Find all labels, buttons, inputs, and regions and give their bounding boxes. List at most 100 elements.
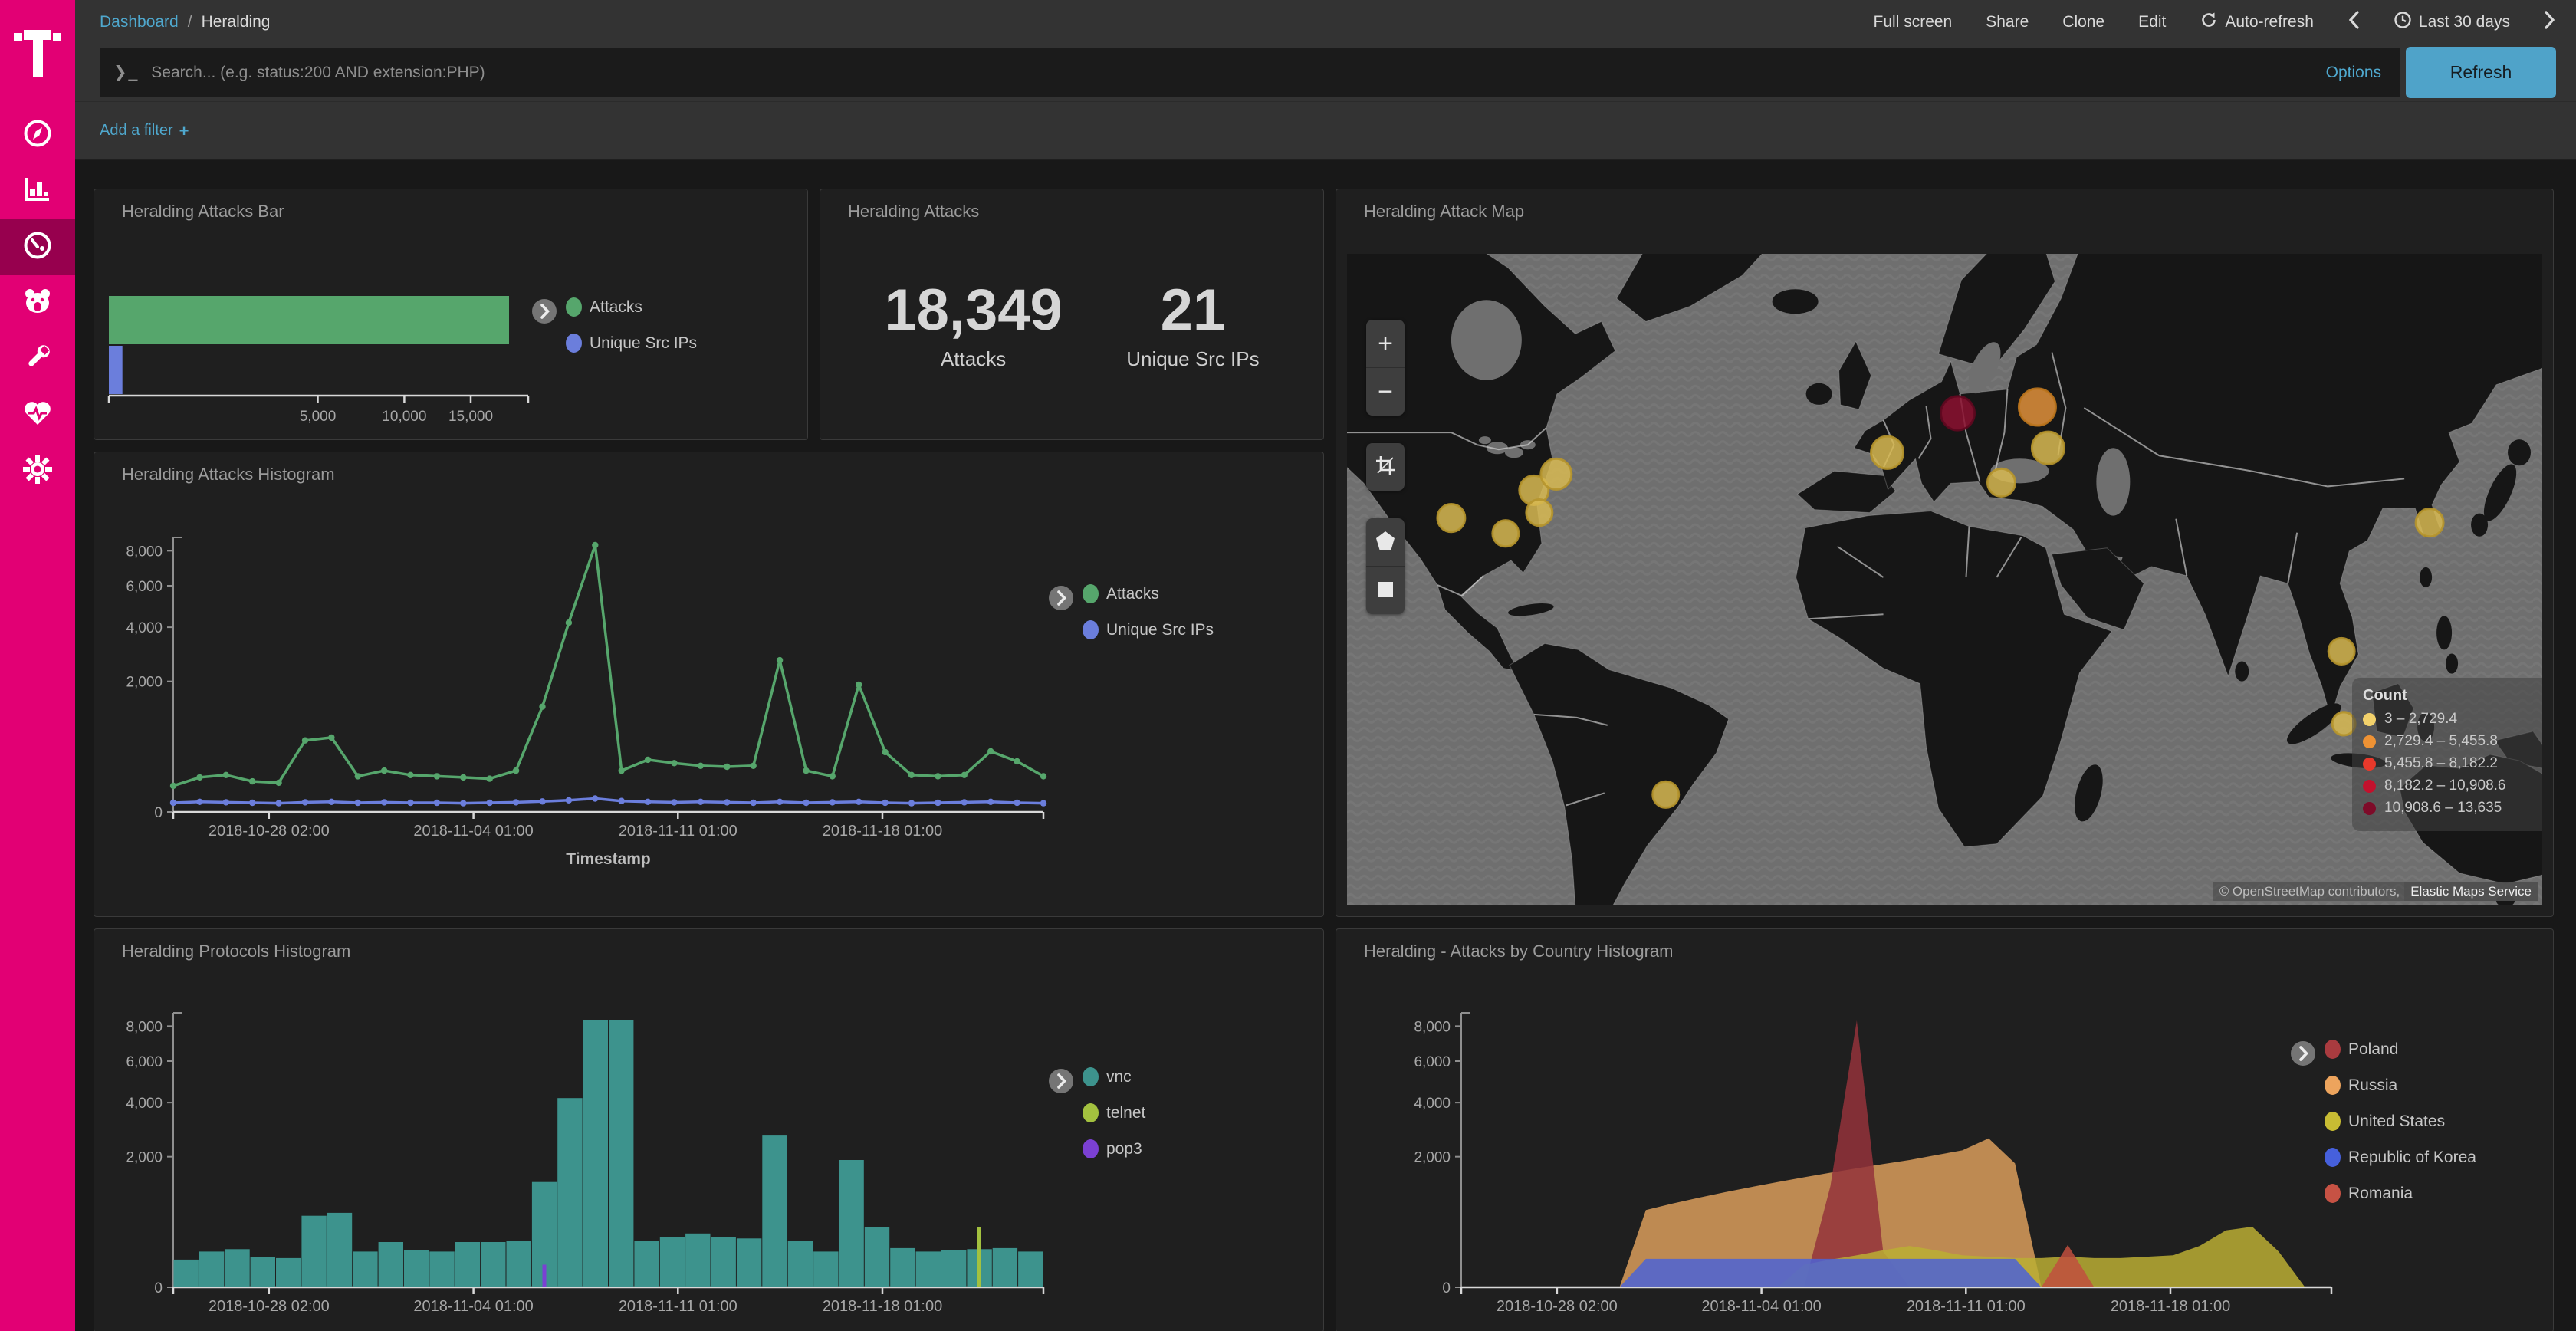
legend-item[interactable]: Unique Src IPs — [1083, 620, 1214, 639]
elastic-maps-attribution[interactable]: Elastic Maps Service — [2404, 882, 2538, 901]
time-prev-button[interactable] — [2348, 10, 2360, 35]
legend-item[interactable]: Poland — [2325, 1040, 2476, 1059]
time-range-button[interactable]: Last 30 days — [2394, 11, 2510, 34]
sidebar-item-dashboard[interactable] — [0, 219, 75, 275]
osm-attribution[interactable]: © OpenStreetMap contributors, — [2220, 884, 2400, 899]
attack-location-marker[interactable] — [2032, 432, 2064, 464]
svg-text:2018-11-11 01:00: 2018-11-11 01:00 — [1907, 1298, 2026, 1315]
legend-label: Attacks — [590, 298, 642, 317]
metric-attacks: 18,349 Attacks — [884, 281, 1062, 371]
pentagon-icon — [1375, 527, 1395, 557]
count-bucket-dot — [2363, 758, 2376, 771]
svg-text:8,000: 8,000 — [126, 544, 163, 560]
sidebar-item-t-pot[interactable] — [0, 275, 75, 331]
legend-item[interactable]: Attacks — [1083, 584, 1214, 603]
clone-button[interactable]: Clone — [2062, 13, 2104, 31]
legend-item[interactable]: Attacks — [566, 297, 697, 317]
panel-attacks-histogram: Heralding Attacks Histogram 02,0004,0006… — [94, 452, 1324, 917]
telekom-logo[interactable] — [0, 11, 75, 84]
attack-location-marker[interactable] — [2328, 638, 2354, 664]
legend-item[interactable]: telnet — [1083, 1103, 1145, 1122]
legend-item[interactable]: vnc — [1083, 1067, 1145, 1086]
metric-row: 18,349 Attacks 21 Unique Src IPs — [820, 281, 1323, 371]
svg-text:2018-11-18 01:00: 2018-11-18 01:00 — [823, 1298, 942, 1315]
legend-label: Romania — [2348, 1185, 2413, 1203]
map-zoom-out-button[interactable]: − — [1366, 367, 1405, 416]
chart-legend: vnc telnet pop3 — [1047, 1067, 1145, 1158]
count-bucket-dot — [2363, 735, 2376, 748]
attack-location-marker[interactable] — [1941, 396, 1975, 430]
chevron-left-icon — [2348, 10, 2360, 35]
attack-location-marker[interactable] — [1438, 504, 1465, 532]
attack-location-marker[interactable] — [2416, 509, 2443, 537]
legend-toggle-icon[interactable] — [531, 297, 558, 329]
sidebar-item-management[interactable] — [0, 443, 75, 499]
count-bucket-dot — [2363, 713, 2376, 726]
count-bucket-label: 2,729.4 – 5,455.8 — [2384, 733, 2498, 750]
attack-location-marker[interactable] — [1653, 781, 1679, 807]
map-draw-rectangle-button[interactable] — [1366, 566, 1405, 614]
map-draw-polygon-button[interactable] — [1366, 518, 1405, 566]
heartbeat-icon — [22, 399, 53, 432]
attack-location-marker[interactable] — [1541, 458, 1572, 489]
legend-item[interactable]: United States — [2325, 1112, 2476, 1131]
attack-location-marker[interactable] — [1493, 521, 1519, 547]
add-filter-button[interactable]: Add a filter + — [100, 121, 189, 141]
map-legend-item: 2,729.4 – 5,455.8 — [2363, 733, 2542, 750]
map-crop-button[interactable] — [1366, 443, 1405, 491]
legend-color-dot — [1083, 584, 1099, 603]
legend-toggle-icon[interactable] — [2289, 1040, 2317, 1071]
breadcrumb-current: Heralding — [202, 13, 271, 31]
legend-item[interactable]: Romania — [2325, 1184, 2476, 1203]
count-bucket-dot — [2363, 780, 2376, 793]
legend-label: vnc — [1106, 1068, 1132, 1086]
attack-location-marker[interactable] — [1526, 500, 1552, 526]
legend-color-dot — [1083, 1139, 1099, 1158]
legend-item[interactable]: Unique Src IPs — [566, 334, 697, 353]
refresh-button[interactable]: Refresh — [2406, 47, 2556, 98]
bar-chart-icon — [23, 175, 52, 208]
legend-toggle-icon[interactable] — [1047, 584, 1075, 616]
map-legend-item: 10,908.6 – 13,635 — [2363, 800, 2542, 817]
svg-text:2,000: 2,000 — [126, 1150, 163, 1166]
legend-color-dot — [1083, 1103, 1099, 1122]
sidebar-item-discover[interactable] — [0, 107, 75, 163]
legend-item[interactable]: Russia — [2325, 1076, 2476, 1095]
svg-text:4,000: 4,000 — [126, 1096, 163, 1112]
full-screen-button[interactable]: Full screen — [1874, 13, 1953, 31]
attack-location-marker[interactable] — [1987, 468, 2015, 496]
attacks-histogram-chart[interactable]: 02,0004,0006,0008,0002018-10-28 02:00201… — [94, 452, 1323, 916]
legend-item[interactable]: pop3 — [1083, 1139, 1145, 1158]
map-zoom-in-button[interactable]: + — [1366, 320, 1405, 367]
legend-item[interactable]: Republic of Korea — [2325, 1148, 2476, 1167]
legend-toggle-icon[interactable] — [1047, 1067, 1075, 1099]
metric-label: Attacks — [884, 347, 1062, 371]
attacks-bar-chart[interactable]: 5,00010,00015,000 — [94, 189, 807, 439]
sidebar-item-monitoring[interactable] — [0, 387, 75, 443]
share-button[interactable]: Share — [1986, 13, 2029, 31]
plus-icon: + — [179, 121, 189, 141]
auto-refresh-button[interactable]: Auto-refresh — [2200, 11, 2314, 34]
attack-location-marker[interactable] — [1871, 436, 1904, 468]
panel-attack-map: Heralding Attack Map + − — [1336, 189, 2554, 917]
legend-color-dot — [2325, 1148, 2341, 1167]
svg-text:Timestamp: Timestamp — [566, 850, 651, 868]
time-next-button[interactable] — [2544, 10, 2556, 35]
map-legend-title: Count — [2363, 687, 2542, 705]
svg-text:5,000: 5,000 — [300, 409, 337, 425]
breadcrumb-dashboard-link[interactable]: Dashboard — [100, 13, 179, 31]
world-map[interactable]: + − — [1347, 254, 2542, 905]
breadcrumb-separator: / — [188, 13, 192, 31]
attack-location-marker[interactable] — [2019, 389, 2055, 426]
edit-button[interactable]: Edit — [2138, 13, 2166, 31]
svg-text:8,000: 8,000 — [126, 1019, 163, 1035]
sidebar-item-dev-tools[interactable] — [0, 331, 75, 387]
compass-icon — [23, 119, 52, 152]
panel-title: Heralding Attack Map — [1364, 202, 1524, 222]
svg-text:2,000: 2,000 — [126, 675, 163, 691]
sidebar-item-visualize[interactable] — [0, 163, 75, 219]
search-input[interactable] — [150, 63, 2325, 83]
legend-label: Poland — [2348, 1040, 2398, 1059]
options-link[interactable]: Options — [2326, 64, 2381, 82]
sidebar — [0, 0, 75, 1331]
